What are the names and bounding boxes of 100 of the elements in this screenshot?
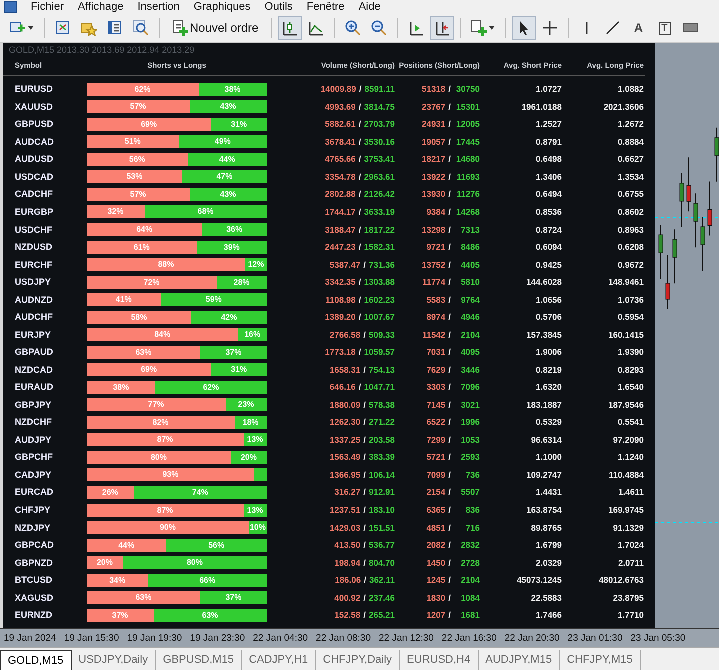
long-volume: 3753.41: [364, 154, 395, 164]
avg-long-price: 169.9745: [608, 505, 644, 515]
ratio-bar: 51% 49%: [87, 135, 267, 148]
avg-long-price: 1.4611: [617, 487, 644, 498]
new-order-button[interactable]: Nouvel ordre: [166, 16, 265, 40]
symbol-cell-text: GBPUSD: [15, 119, 55, 130]
time-axis-label: 22 Jan 08:30: [316, 632, 371, 644]
menu-item[interactable]: Affichage: [78, 0, 124, 14]
text-tool-button[interactable]: A: [626, 16, 651, 40]
short-volume: 316.27: [334, 487, 361, 498]
menu-item[interactable]: Fenêtre: [306, 0, 345, 14]
avg-short-price: 109.2747: [526, 470, 562, 480]
short-volume: 1429.03: [330, 522, 361, 533]
menu-item[interactable]: Graphiques: [194, 0, 251, 14]
separator-text: /: [358, 154, 362, 164]
menu-item[interactable]: Fichier: [31, 0, 64, 14]
short-bar: 26%: [87, 486, 134, 499]
separator-text: /: [448, 505, 451, 515]
avg-short-price: 183.1887: [526, 400, 562, 410]
avg-short-price: 157.3845: [526, 330, 562, 340]
symbol-cell-text: AUDCAD: [15, 136, 55, 147]
avg-short-price: 0.5706: [535, 312, 562, 322]
short-bar: 72%: [87, 276, 217, 289]
vertical-line-icon: [586, 20, 588, 36]
short-positions: 13930: [422, 189, 446, 200]
short-volume: 2802.88: [325, 189, 356, 200]
avg-short-price: 1.9006: [535, 347, 562, 358]
chart-tab[interactable]: AUDJPY,M15: [478, 650, 560, 670]
separator-text: /: [448, 136, 451, 147]
time-axis-label: 22 Jan 16:30: [442, 632, 497, 644]
separator-text: /: [364, 260, 366, 270]
long-positions: 2104: [460, 575, 480, 586]
avg-short-price: 96.6314: [530, 434, 562, 445]
short-bar: 87%: [87, 504, 244, 516]
toolbar-button[interactable]: [278, 16, 302, 40]
document-plus-icon: [172, 20, 188, 36]
separator-text: /: [358, 102, 362, 112]
chart-tab[interactable]: GBPUSD,M15: [156, 650, 242, 670]
toolbar-button[interactable]: [430, 16, 454, 40]
separator-text: /: [448, 206, 451, 217]
separator-text: /: [364, 575, 366, 586]
short-positions: 2082: [426, 540, 446, 550]
short-volume: 1237.51: [330, 505, 361, 515]
short-positions: 7145: [426, 400, 446, 410]
avg-long-price: 91.1329: [612, 522, 644, 533]
separator-text: /: [448, 330, 451, 340]
long-positions: 4095: [460, 347, 480, 358]
short-positions: 13752: [422, 260, 446, 270]
short-bar: 64%: [87, 223, 202, 236]
menu-item[interactable]: Insertion: [138, 0, 180, 14]
symbol-cell-text: EURUSD: [15, 84, 54, 94]
text-tool-button[interactable]: T: [652, 16, 677, 40]
candle: [680, 173, 684, 228]
short-volume: 2447.23: [325, 242, 356, 252]
symbol-cell-text: CADCHF: [15, 189, 54, 200]
menu-item[interactable]: Aide: [358, 0, 381, 14]
avg-long-price: 1.0882: [617, 84, 644, 94]
avg-long-price: 0.6208: [617, 242, 644, 252]
ratio-bar: 72% 28%: [87, 276, 267, 289]
ratio-bar: 32% 68%: [87, 205, 267, 218]
chart-tab[interactable]: USDJPY,Daily: [72, 650, 156, 670]
avg-long-price: 148.9461: [608, 277, 644, 288]
long-positions: 4405: [460, 260, 480, 270]
separator-text: /: [358, 189, 362, 200]
symbol-cell-text: USDCAD: [15, 172, 55, 182]
chart-tab[interactable]: EURUSD,H4: [400, 650, 479, 670]
avg-short-price: 163.8754: [526, 505, 562, 515]
chart-tab[interactable]: GOLD,M15: [0, 650, 72, 670]
navigator-icon: [107, 20, 123, 36]
short-volume: 1563.49: [330, 452, 361, 462]
toolbar-button[interactable]: [512, 16, 536, 40]
separator-text: /: [364, 452, 366, 462]
avg-long-price: 2.0711: [617, 558, 644, 568]
chart-tab[interactable]: CHFJPY,Daily: [316, 650, 400, 670]
symbol-cell-text: AUDCHF: [15, 312, 54, 322]
separator-text: /: [448, 84, 451, 94]
separator-text: /: [364, 558, 366, 568]
long-positions: 7096: [460, 382, 480, 392]
short-volume: 1658.31: [330, 364, 361, 375]
menu-item[interactable]: Outils: [264, 0, 293, 14]
symbol-cell-text: USDCHF: [15, 224, 54, 234]
ratio-bar: 90% 10%: [87, 521, 267, 534]
short-bar: 63%: [87, 346, 200, 359]
long-volume: 8591.11: [364, 84, 395, 94]
time-axis-label: 19 Jan 19:30: [127, 632, 182, 644]
short-volume: 4765.66: [325, 154, 356, 164]
separator-text: /: [364, 330, 366, 340]
long-positions: 9764: [460, 294, 480, 305]
short-bar: 38%: [87, 380, 156, 394]
separator-text: /: [364, 400, 366, 410]
avg-long-price: 0.8602: [617, 206, 644, 217]
chart-shift-icon: [434, 20, 450, 36]
short-bar: 80%: [87, 450, 231, 464]
symbol-cell-text: GBPNZD: [15, 558, 54, 568]
chart-tab[interactable]: CADJPY,H1: [242, 650, 316, 670]
short-positions: 7031: [426, 347, 446, 358]
avg-short-price: 0.5329: [535, 417, 562, 428]
avg-long-price: 1.1240: [617, 452, 644, 462]
ratio-bar: 63% 37%: [87, 591, 267, 604]
chart-tab[interactable]: CHFJPY,M15: [560, 650, 641, 670]
